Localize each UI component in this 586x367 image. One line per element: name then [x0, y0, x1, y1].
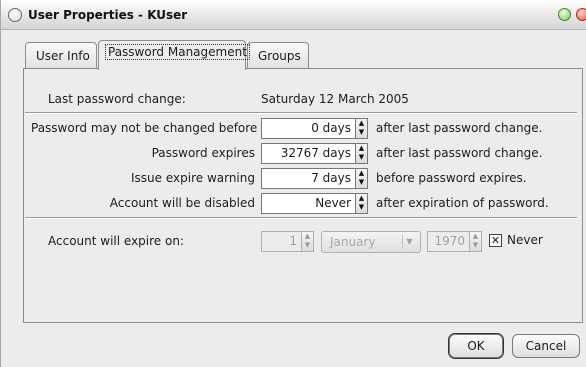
separator: [25, 217, 577, 219]
expire-day-value: 1: [289, 234, 297, 248]
warning-value: 7 days: [311, 171, 351, 185]
close-icon[interactable]: [576, 8, 586, 21]
separator: [25, 112, 577, 114]
min-age-label: Password may not be changed before: [31, 121, 258, 135]
max-age-suffix: after last password change.: [376, 146, 543, 160]
ok-button[interactable]: OK: [449, 334, 503, 358]
window-menu-icon[interactable]: [8, 8, 22, 22]
chevron-down-icon: ▼: [402, 235, 416, 249]
account-expire-label: Account will expire on:: [48, 234, 184, 248]
maximize-icon[interactable]: [558, 8, 571, 21]
spin-arrows-icon[interactable]: ▲ ▼: [355, 118, 368, 139]
disable-value: Never: [315, 196, 351, 210]
tab-user-info-label: User Info: [36, 49, 90, 63]
expire-year-spinbox[interactable]: 1970 ▲ ▼: [427, 231, 482, 252]
warning-suffix: before password expires.: [376, 171, 527, 185]
spin-arrows-icon[interactable]: ▲ ▼: [355, 168, 368, 189]
user-properties-window: User Properties - KUser User Info Passwo…: [0, 0, 586, 367]
min-age-suffix: after last password change.: [376, 121, 543, 135]
disable-label: Account will be disabled: [109, 196, 255, 210]
title-bar[interactable]: User Properties - KUser: [1, 0, 586, 30]
max-age-spinbox[interactable]: 32767 days ▲ ▼: [261, 143, 368, 164]
tab-groups[interactable]: Groups: [247, 42, 309, 68]
window-title: User Properties - KUser: [28, 8, 188, 22]
tab-password-management-label: Password Management: [105, 44, 250, 60]
never-checkbox[interactable]: ✕: [489, 234, 502, 247]
min-age-spinbox[interactable]: 0 days ▲ ▼: [261, 118, 368, 139]
warning-spinbox[interactable]: 7 days ▲ ▼: [261, 168, 368, 189]
max-age-label: Password expires: [151, 146, 255, 160]
expire-month-select[interactable]: January ▼: [321, 231, 421, 253]
spin-arrows-icon[interactable]: ▲ ▼: [355, 193, 368, 214]
expire-year-value: 1970: [434, 234, 465, 248]
tab-groups-label: Groups: [258, 49, 301, 63]
tab-user-info[interactable]: User Info: [25, 42, 97, 68]
spin-arrows-icon[interactable]: ▲ ▼: [355, 143, 368, 164]
last-change-label: Last password change:: [48, 92, 186, 106]
never-label[interactable]: Never: [507, 233, 543, 247]
warning-label: Issue expire warning: [131, 171, 255, 185]
expire-day-spinbox[interactable]: 1 ▲ ▼: [261, 231, 314, 252]
tab-password-management[interactable]: Password Management: [98, 40, 250, 70]
spin-arrows-icon[interactable]: ▲ ▼: [469, 231, 482, 252]
disable-spinbox[interactable]: Never ▲ ▼: [261, 193, 368, 214]
spin-arrows-icon[interactable]: ▲ ▼: [301, 231, 314, 252]
last-change-value: Saturday 12 March 2005: [261, 92, 409, 106]
cancel-button[interactable]: Cancel: [512, 334, 580, 358]
disable-suffix: after expiration of password.: [376, 196, 549, 210]
expire-month-value: January: [330, 235, 376, 249]
max-age-value: 32767 days: [280, 146, 351, 160]
min-age-value: 0 days: [311, 121, 351, 135]
